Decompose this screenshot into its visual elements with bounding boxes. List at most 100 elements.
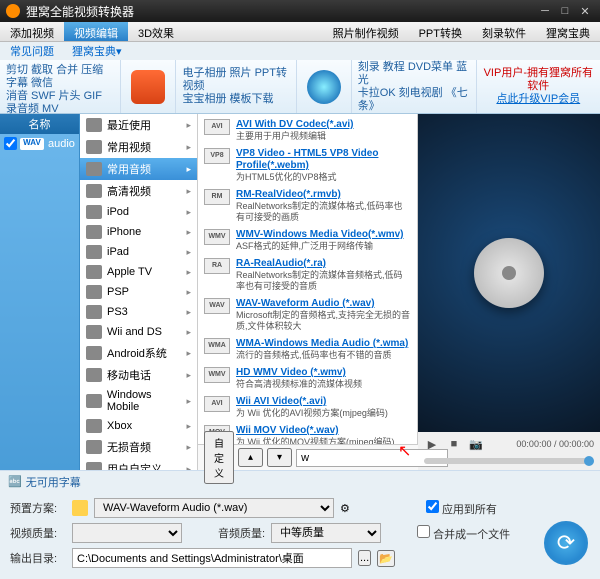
category-item[interactable]: 移动电话▸ xyxy=(80,364,197,386)
toolbar-tools[interactable]: 剪切 截取 合并 压缩 字幕 微信 消音 SWF 片头 GIF 录音频 MV xyxy=(0,60,120,113)
menu-burn[interactable]: 刻录软件 xyxy=(472,22,536,41)
ppt-icon[interactable] xyxy=(131,70,165,104)
chevron-right-icon: ▸ xyxy=(186,327,191,338)
chevron-right-icon: ▸ xyxy=(186,207,191,218)
menu-add-video[interactable]: 添加视频 xyxy=(0,22,64,41)
category-item[interactable]: Apple TV▸ xyxy=(80,262,197,282)
chevron-right-icon: ▸ xyxy=(186,464,191,471)
category-item[interactable]: Android系统▸ xyxy=(80,342,197,364)
category-item[interactable]: PS3▸ xyxy=(80,302,197,322)
format-item[interactable]: RARA-RealAudio(*.ra)RealNetworks制定的流媒体音频… xyxy=(198,255,417,295)
stop-icon[interactable]: ■ xyxy=(446,436,462,452)
toolbar-burn[interactable]: 刻录 教程 DVD菜单 蓝光 卡拉OK 刻电视剧 《七条》 xyxy=(351,60,476,113)
film-reel-icon xyxy=(474,238,544,308)
link-baodian[interactable]: 狸窝宝典▾ xyxy=(72,43,122,59)
category-item[interactable]: Xbox▸ xyxy=(80,416,197,436)
apply-all-checkbox[interactable] xyxy=(426,500,439,513)
chevron-right-icon: ▸ xyxy=(186,442,191,453)
category-item[interactable]: Wii and DS▸ xyxy=(80,322,197,342)
format-item[interactable]: WMVHD WMV Video (*.wmv)符合高清视频标准的流媒体视频 xyxy=(198,364,417,393)
list-item[interactable]: WAV audio xyxy=(0,134,79,153)
category-icon xyxy=(86,305,102,319)
down-button[interactable]: ▾ xyxy=(267,448,292,467)
toolbar-vip[interactable]: VIP用户-拥有狸窝所有软件 点此升级VIP会员 xyxy=(476,60,600,113)
format-badge-icon: WAV xyxy=(204,298,230,314)
category-icon xyxy=(86,205,102,219)
format-badge-icon: RA xyxy=(204,258,230,274)
chevron-right-icon: ▸ xyxy=(186,421,191,432)
format-item[interactable]: VP8VP8 Video - HTML5 VP8 Video Profile(*… xyxy=(198,145,417,186)
category-item[interactable]: iPad▸ xyxy=(80,242,197,262)
format-item[interactable]: WMAWMA-Windows Media Audio (*.wma)流行的音频格… xyxy=(198,335,417,364)
category-item[interactable]: PSP▸ xyxy=(80,282,197,302)
toolbar-album[interactable]: 电子相册 照片 PPT转视频 宝宝相册 模板下载 xyxy=(175,60,295,113)
category-item[interactable]: 常用音频▸ xyxy=(80,158,197,180)
chevron-right-icon: ▸ xyxy=(186,287,191,298)
menu-ppt[interactable]: PPT转换 xyxy=(409,22,472,41)
chevron-right-icon: ▸ xyxy=(186,120,191,131)
audio-quality-label: 音频质量: xyxy=(218,525,265,541)
category-icon xyxy=(86,325,102,339)
format-badge-icon: AVI xyxy=(204,396,230,412)
filelist-header: 名称 xyxy=(0,114,79,134)
vip-upgrade-link[interactable]: 点此升级VIP会员 xyxy=(483,93,594,106)
menu-baodian[interactable]: 狸窝宝典 xyxy=(536,22,600,41)
category-item[interactable]: Windows Mobile▸ xyxy=(80,386,197,416)
browse-button[interactable]: ... xyxy=(358,550,371,566)
convert-button[interactable]: ⟳ xyxy=(544,521,588,565)
link-faq[interactable]: 常见问题 xyxy=(10,43,54,59)
preview-panel: ▶ ■ 📷 00:00:00 / 00:00:00 xyxy=(418,114,600,470)
category-item[interactable]: iPhone▸ xyxy=(80,222,197,242)
category-item[interactable]: 常用视频▸ xyxy=(80,136,197,158)
video-quality-select[interactable] xyxy=(72,523,182,543)
menu-photo-video[interactable]: 照片制作视频 xyxy=(323,22,409,41)
preset-label: 预置方案: xyxy=(10,500,66,516)
merge-checkbox[interactable] xyxy=(417,525,430,538)
app-logo xyxy=(6,4,20,18)
format-item[interactable]: RMRM-RealVideo(*.rmvb)RealNetworks制定的流媒体… xyxy=(198,186,417,226)
custom-button[interactable]: 自定义 xyxy=(204,431,234,484)
menu-video-edit[interactable]: 视频编辑 xyxy=(64,22,128,41)
file-name: audio xyxy=(48,138,75,150)
output-label: 输出目录: xyxy=(10,550,66,566)
subtitle-status: 无可用字幕 xyxy=(26,474,81,490)
category-icon xyxy=(86,118,102,132)
format-item[interactable]: WMVWMV-Windows Media Video(*.wmv)ASF格式的延… xyxy=(198,226,417,255)
category-icon xyxy=(86,162,102,176)
format-item[interactable]: AVIAVI With DV Codec(*.avi)主要用于用户视频编辑 xyxy=(198,116,417,145)
category-item[interactable]: 高清视频▸ xyxy=(80,180,197,202)
format-icon xyxy=(72,500,88,516)
category-icon xyxy=(86,440,102,454)
format-item[interactable]: AVIWii AVI Video(*.avi)为 Wii 优化的AVI视频方案(… xyxy=(198,393,417,422)
category-item[interactable]: iPod▸ xyxy=(80,202,197,222)
category-item[interactable]: 用户自定义▸ xyxy=(80,458,197,470)
category-icon xyxy=(86,285,102,299)
format-badge-icon: RM xyxy=(204,189,230,205)
menu-3d-effect[interactable]: 3D效果 xyxy=(128,22,184,41)
preview-screen xyxy=(418,114,600,432)
category-icon xyxy=(86,140,102,154)
up-button[interactable]: ▴ xyxy=(238,448,263,467)
format-badge-icon: VP8 xyxy=(204,148,230,164)
format-badge-icon: WMA xyxy=(204,338,230,354)
time-display: 00:00:00 / 00:00:00 xyxy=(516,439,594,449)
open-folder-button[interactable]: 📂 xyxy=(377,550,395,567)
disc-icon[interactable] xyxy=(307,70,341,104)
window-title: 狸窝全能视频转换器 xyxy=(26,3,534,20)
preset-settings-icon[interactable]: ⚙ xyxy=(340,502,350,515)
output-path-input[interactable] xyxy=(72,548,352,568)
category-item[interactable]: 最近使用▸ xyxy=(80,114,197,136)
preset-select[interactable]: WAV-Waveform Audio (*.wav) xyxy=(94,498,334,518)
snapshot-icon[interactable]: 📷 xyxy=(468,436,484,452)
chevron-right-icon: ▸ xyxy=(186,307,191,318)
seek-slider[interactable] xyxy=(424,458,594,464)
category-icon xyxy=(86,419,102,433)
file-checkbox[interactable] xyxy=(4,137,17,150)
audio-quality-select[interactable]: 中等质量 xyxy=(271,523,381,543)
maximize-icon[interactable]: □ xyxy=(556,4,574,18)
category-item[interactable]: 无损音频▸ xyxy=(80,436,197,458)
format-list: AVIAVI With DV Codec(*.avi)主要用于用户视频编辑VP8… xyxy=(198,114,418,444)
format-item[interactable]: WAVWAV-Waveform Audio (*.wav)Microsoft制定… xyxy=(198,295,417,335)
minimize-icon[interactable]: ─ xyxy=(536,4,554,18)
close-icon[interactable]: ✕ xyxy=(576,4,594,18)
